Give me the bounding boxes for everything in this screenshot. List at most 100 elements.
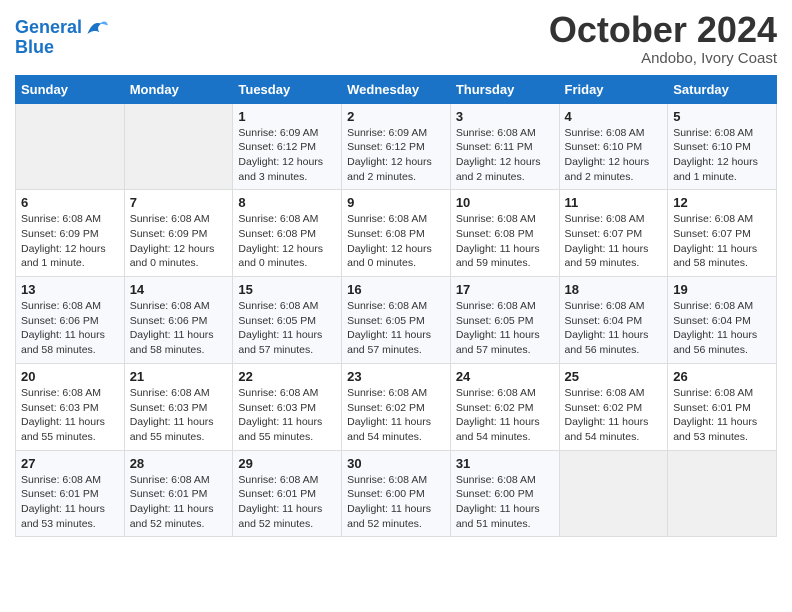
calendar-cell: 22 Sunrise: 6:08 AM Sunset: 6:03 PM Dayli… bbox=[233, 363, 342, 450]
day-number: 26 bbox=[673, 369, 771, 384]
location: Andobo, Ivory Coast bbox=[549, 50, 777, 67]
title-block: October 2024 Andobo, Ivory Coast bbox=[549, 10, 777, 67]
page: General Blue October 2024 Andobo, Ivory … bbox=[0, 0, 792, 552]
calendar-cell: 5Sunrise: 6:08 AM Sunset: 6:10 PM Daylig… bbox=[668, 103, 777, 190]
day-number: 8 bbox=[238, 195, 336, 210]
day-info: Sunrise: 6:08 AM Sunset: 6:00 PM Dayligh… bbox=[456, 473, 554, 532]
day-number: 3 bbox=[456, 109, 554, 124]
day-info: Sunrise: 6:08 AM Sunset: 6:06 PM Dayligh… bbox=[21, 299, 119, 358]
day-info: Sunrise: 6:08 AM Sunset: 6:04 PM Dayligh… bbox=[673, 299, 771, 358]
month-title: October 2024 bbox=[549, 10, 777, 50]
calendar-cell: 31 Sunrise: 6:08 AM Sunset: 6:00 PM Dayli… bbox=[450, 450, 559, 537]
calendar-table: SundayMondayTuesdayWednesdayThursdayFrid… bbox=[15, 75, 777, 538]
calendar-cell: 30 Sunrise: 6:08 AM Sunset: 6:00 PM Dayli… bbox=[342, 450, 451, 537]
day-number: 19 bbox=[673, 282, 771, 297]
calendar-cell: 2 Sunrise: 6:09 AM Sunset: 6:12 PM Daylig… bbox=[342, 103, 451, 190]
calendar-cell: 29 Sunrise: 6:08 AM Sunset: 6:01 PM Dayli… bbox=[233, 450, 342, 537]
day-info: Sunrise: 6:08 AM Sunset: 6:02 PM Dayligh… bbox=[347, 386, 445, 445]
calendar-cell: 15 Sunrise: 6:08 AM Sunset: 6:05 PM Dayli… bbox=[233, 277, 342, 364]
logo-text: General bbox=[15, 18, 82, 38]
day-info: Sunrise: 6:08 AM Sunset: 6:04 PM Dayligh… bbox=[565, 299, 663, 358]
day-info: Sunrise: 6:08 AM Sunset: 6:05 PM Dayligh… bbox=[238, 299, 336, 358]
day-number: 30 bbox=[347, 456, 445, 471]
calendar-cell: 20Sunrise: 6:08 AM Sunset: 6:03 PM Dayli… bbox=[16, 363, 125, 450]
calendar-cell: 28Sunrise: 6:08 AM Sunset: 6:01 PM Dayli… bbox=[124, 450, 233, 537]
day-number: 4 bbox=[565, 109, 663, 124]
day-number: 22 bbox=[238, 369, 336, 384]
calendar-cell: 24 Sunrise: 6:08 AM Sunset: 6:02 PM Dayli… bbox=[450, 363, 559, 450]
day-info: Sunrise: 6:09 AM Sunset: 6:12 PM Dayligh… bbox=[347, 126, 445, 185]
calendar-cell: 8Sunrise: 6:08 AM Sunset: 6:08 PM Daylig… bbox=[233, 190, 342, 277]
day-info: Sunrise: 6:08 AM Sunset: 6:01 PM Dayligh… bbox=[673, 386, 771, 445]
day-info: Sunrise: 6:08 AM Sunset: 6:01 PM Dayligh… bbox=[238, 473, 336, 532]
calendar-cell: 23Sunrise: 6:08 AM Sunset: 6:02 PM Dayli… bbox=[342, 363, 451, 450]
day-number: 28 bbox=[130, 456, 228, 471]
calendar-cell: 26 Sunrise: 6:08 AM Sunset: 6:01 PM Dayli… bbox=[668, 363, 777, 450]
calendar-cell: 12Sunrise: 6:08 AM Sunset: 6:07 PM Dayli… bbox=[668, 190, 777, 277]
day-info: Sunrise: 6:08 AM Sunset: 6:08 PM Dayligh… bbox=[456, 212, 554, 271]
logo-text2: Blue bbox=[15, 38, 108, 58]
weekday-header: Friday bbox=[559, 75, 668, 103]
day-number: 27 bbox=[21, 456, 119, 471]
calendar-cell: 9 Sunrise: 6:08 AM Sunset: 6:08 PM Daylig… bbox=[342, 190, 451, 277]
day-number: 29 bbox=[238, 456, 336, 471]
logo-bird-icon bbox=[84, 18, 108, 38]
calendar-cell: 25 Sunrise: 6:08 AM Sunset: 6:02 PM Dayli… bbox=[559, 363, 668, 450]
day-info: Sunrise: 6:08 AM Sunset: 6:03 PM Dayligh… bbox=[238, 386, 336, 445]
weekday-header-row: SundayMondayTuesdayWednesdayThursdayFrid… bbox=[16, 75, 777, 103]
day-info: Sunrise: 6:08 AM Sunset: 6:05 PM Dayligh… bbox=[347, 299, 445, 358]
day-number: 12 bbox=[673, 195, 771, 210]
calendar-cell bbox=[668, 450, 777, 537]
day-number: 9 bbox=[347, 195, 445, 210]
day-info: Sunrise: 6:08 AM Sunset: 6:08 PM Dayligh… bbox=[347, 212, 445, 271]
day-number: 18 bbox=[565, 282, 663, 297]
day-number: 6 bbox=[21, 195, 119, 210]
calendar-cell: 7 Sunrise: 6:08 AM Sunset: 6:09 PM Daylig… bbox=[124, 190, 233, 277]
calendar-cell: 17Sunrise: 6:08 AM Sunset: 6:05 PM Dayli… bbox=[450, 277, 559, 364]
day-number: 21 bbox=[130, 369, 228, 384]
calendar-cell: 4Sunrise: 6:08 AM Sunset: 6:10 PM Daylig… bbox=[559, 103, 668, 190]
weekday-header: Tuesday bbox=[233, 75, 342, 103]
logo: General Blue bbox=[15, 18, 108, 58]
day-number: 2 bbox=[347, 109, 445, 124]
calendar-cell: 10 Sunrise: 6:08 AM Sunset: 6:08 PM Dayli… bbox=[450, 190, 559, 277]
day-info: Sunrise: 6:08 AM Sunset: 6:06 PM Dayligh… bbox=[130, 299, 228, 358]
day-info: Sunrise: 6:08 AM Sunset: 6:00 PM Dayligh… bbox=[347, 473, 445, 532]
day-number: 13 bbox=[21, 282, 119, 297]
calendar-cell: 1 Sunrise: 6:09 AM Sunset: 6:12 PM Daylig… bbox=[233, 103, 342, 190]
calendar-cell bbox=[559, 450, 668, 537]
day-info: Sunrise: 6:08 AM Sunset: 6:02 PM Dayligh… bbox=[456, 386, 554, 445]
header: General Blue October 2024 Andobo, Ivory … bbox=[15, 10, 777, 67]
calendar-week-row: 20Sunrise: 6:08 AM Sunset: 6:03 PM Dayli… bbox=[16, 363, 777, 450]
day-info: Sunrise: 6:08 AM Sunset: 6:10 PM Dayligh… bbox=[673, 126, 771, 185]
calendar-cell: 21 Sunrise: 6:08 AM Sunset: 6:03 PM Dayli… bbox=[124, 363, 233, 450]
day-number: 24 bbox=[456, 369, 554, 384]
calendar-cell: 6 Sunrise: 6:08 AM Sunset: 6:09 PM Daylig… bbox=[16, 190, 125, 277]
day-info: Sunrise: 6:08 AM Sunset: 6:03 PM Dayligh… bbox=[21, 386, 119, 445]
day-number: 1 bbox=[238, 109, 336, 124]
day-number: 14 bbox=[130, 282, 228, 297]
day-number: 15 bbox=[238, 282, 336, 297]
day-number: 25 bbox=[565, 369, 663, 384]
calendar-week-row: 13 Sunrise: 6:08 AM Sunset: 6:06 PM Dayli… bbox=[16, 277, 777, 364]
day-info: Sunrise: 6:08 AM Sunset: 6:09 PM Dayligh… bbox=[130, 212, 228, 271]
calendar-cell: 13 Sunrise: 6:08 AM Sunset: 6:06 PM Dayli… bbox=[16, 277, 125, 364]
calendar-week-row: 6 Sunrise: 6:08 AM Sunset: 6:09 PM Daylig… bbox=[16, 190, 777, 277]
day-info: Sunrise: 6:08 AM Sunset: 6:02 PM Dayligh… bbox=[565, 386, 663, 445]
calendar-cell: 18 Sunrise: 6:08 AM Sunset: 6:04 PM Dayli… bbox=[559, 277, 668, 364]
weekday-header: Sunday bbox=[16, 75, 125, 103]
weekday-header: Saturday bbox=[668, 75, 777, 103]
calendar-cell: 16Sunrise: 6:08 AM Sunset: 6:05 PM Dayli… bbox=[342, 277, 451, 364]
calendar-week-row: 27 Sunrise: 6:08 AM Sunset: 6:01 PM Dayli… bbox=[16, 450, 777, 537]
day-number: 7 bbox=[130, 195, 228, 210]
day-info: Sunrise: 6:09 AM Sunset: 6:12 PM Dayligh… bbox=[238, 126, 336, 185]
calendar-cell: 14 Sunrise: 6:08 AM Sunset: 6:06 PM Dayli… bbox=[124, 277, 233, 364]
day-info: Sunrise: 6:08 AM Sunset: 6:03 PM Dayligh… bbox=[130, 386, 228, 445]
calendar-cell bbox=[16, 103, 125, 190]
day-number: 31 bbox=[456, 456, 554, 471]
calendar-week-row: 1 Sunrise: 6:09 AM Sunset: 6:12 PM Daylig… bbox=[16, 103, 777, 190]
day-number: 10 bbox=[456, 195, 554, 210]
weekday-header: Wednesday bbox=[342, 75, 451, 103]
day-info: Sunrise: 6:08 AM Sunset: 6:09 PM Dayligh… bbox=[21, 212, 119, 271]
calendar-cell: 27Sunrise: 6:08 AM Sunset: 6:01 PM Dayli… bbox=[16, 450, 125, 537]
